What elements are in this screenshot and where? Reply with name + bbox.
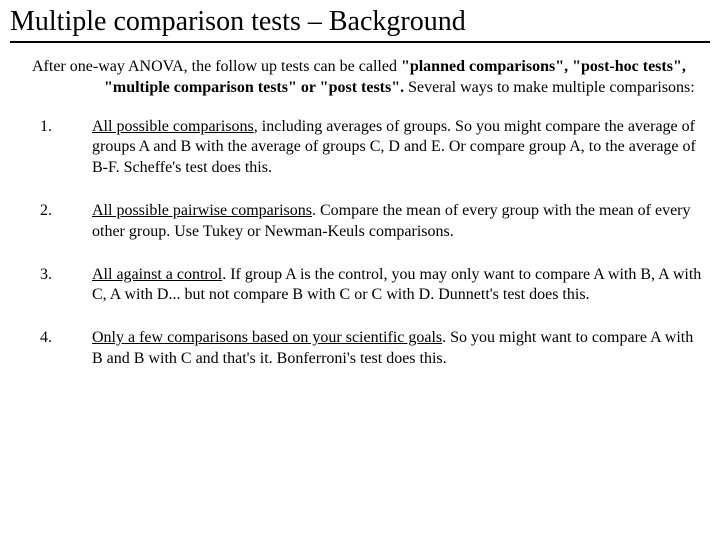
list-number: 1. [40,117,92,179]
list-underlined: All possible comparisons [92,118,254,135]
list-item: 3. All against a control. If group A is … [40,265,710,307]
numbered-list: 1. All possible comparisons, including a… [40,117,710,370]
page-title: Multiple comparison tests – Background [10,6,710,43]
list-item: 4. Only a few comparisons based on your … [40,328,710,370]
list-number: 2. [40,201,92,243]
list-item: 2. All possible pairwise comparisons. Co… [40,201,710,243]
intro-tail: Several ways to make multiple comparison… [404,79,695,96]
intro-paragraph: After one-way ANOVA, the follow up tests… [32,57,706,99]
list-underlined: All against a control [92,266,222,283]
slide: Multiple comparison tests – Background A… [0,0,720,402]
list-underlined: Only a few comparisons based on your sci… [92,329,442,346]
list-number: 4. [40,328,92,370]
list-body: All possible comparisons, including aver… [92,117,710,179]
list-underlined: All possible pairwise comparisons [92,202,312,219]
list-body: All possible pairwise comparisons. Compa… [92,201,710,243]
list-item: 1. All possible comparisons, including a… [40,117,710,179]
list-body: All against a control. If group A is the… [92,265,710,307]
list-number: 3. [40,265,92,307]
list-body: Only a few comparisons based on your sci… [92,328,710,370]
intro-lead: After one-way ANOVA, the follow up tests… [32,58,401,75]
